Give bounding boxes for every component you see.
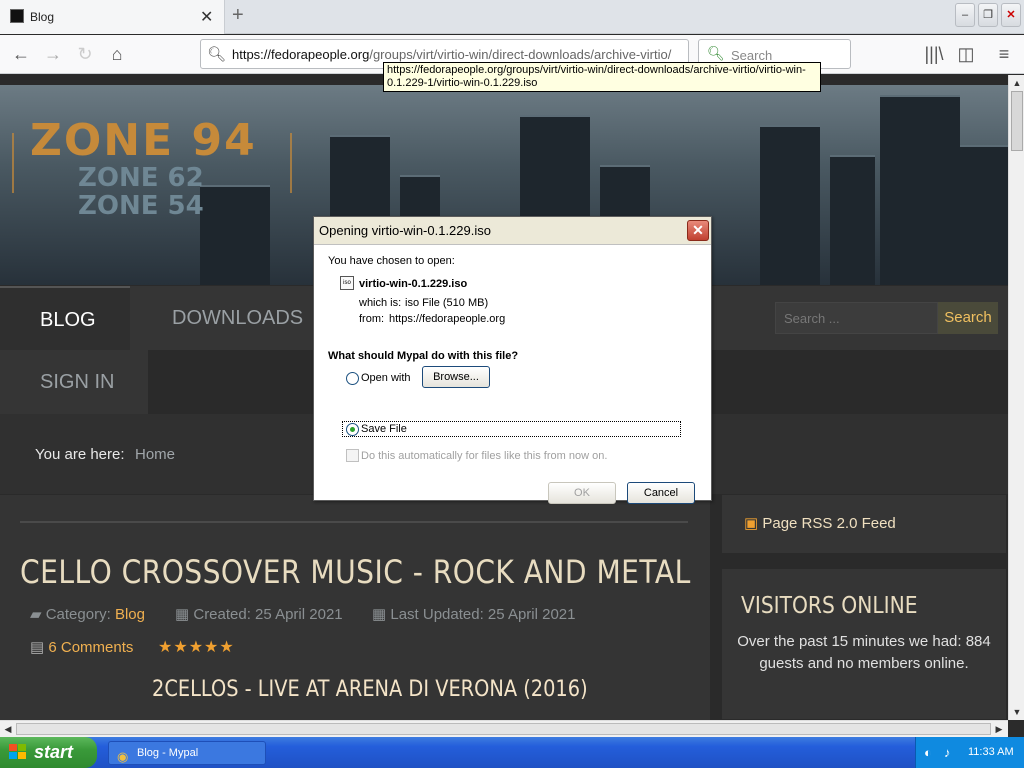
file-name: virtio-win-0.1.229.iso (359, 278, 468, 290)
building-shape (760, 125, 820, 285)
which-is-label: which is: (359, 297, 402, 309)
reload-icon[interactable]: ↻ (74, 43, 96, 65)
article: CELLO CROSSOVER MUSIC - ROCK AND METAL ▰… (0, 495, 710, 720)
vertical-scroll-thumb[interactable] (1011, 91, 1023, 151)
rss-link[interactable]: ▣ Page RSS 2.0 Feed (744, 514, 896, 532)
tab-title: Blog (30, 10, 55, 24)
menu-icon[interactable]: ≡ (993, 43, 1015, 65)
open-with-radio[interactable] (346, 372, 359, 385)
close-window-button[interactable]: ✕ (1001, 3, 1021, 27)
start-label: start (34, 742, 74, 762)
taskbar-item-mypal[interactable]: ◉ Blog - Mypal (108, 741, 266, 765)
search-engine-icon: 🔍︎ (707, 45, 725, 61)
building-shape (960, 145, 1008, 285)
scroll-up-icon[interactable]: ▲ (1010, 78, 1024, 88)
url-search-icon: 🔍︎ (207, 46, 227, 63)
taskbar-item-label: Blog - Mypal (137, 747, 199, 759)
article-updated: ▦ Last Updated: 25 April 2021 (372, 606, 576, 623)
link-tooltip: https://fedorapeople.org/groups/virt/vir… (383, 62, 821, 92)
divider (20, 521, 688, 523)
volume-icon[interactable]: ♪ (944, 745, 951, 760)
mypal-icon: ◉ (117, 749, 129, 764)
horizontal-scroll-thumb[interactable] (16, 723, 991, 735)
visitors-title: VISITORS ONLINE (741, 593, 918, 619)
building-shape (200, 185, 270, 285)
sidebar-icon[interactable]: ◫ (955, 43, 977, 65)
url-text: https://fedorapeople.org/groups/virt/vir… (232, 47, 672, 62)
site-logo-sub: ZONE 62 (78, 163, 204, 193)
visitors-box: VISITORS ONLINE Over the past 15 minutes… (722, 569, 1006, 719)
from-value: https://fedorapeople.org (389, 313, 506, 325)
dialog-body: You have chosen to open: iso virtio-win-… (314, 244, 711, 504)
browse-button[interactable]: Browse... (422, 366, 490, 388)
site-search-button[interactable]: Search (938, 302, 998, 334)
article-created: ▦ Created: 25 April 2021 (175, 606, 343, 623)
open-with-label[interactable]: Open with (361, 372, 411, 384)
home-icon[interactable]: ⌂ (106, 43, 128, 65)
ok-button[interactable]: OK (548, 482, 616, 504)
article-title[interactable]: CELLO CROSSOVER MUSIC - ROCK AND METAL (20, 553, 691, 591)
site-search-input[interactable]: Search ... (775, 302, 938, 334)
from-label: from: (359, 313, 385, 325)
maximize-button[interactable]: ❐ (978, 3, 998, 27)
rating-stars[interactable]: ★★★★★ (158, 637, 235, 657)
dialog-title: Opening virtio-win-0.1.229.iso (319, 223, 491, 238)
tab-blog[interactable]: Blog ✕ (0, 0, 225, 34)
visitors-text: Over the past 15 minutes we had: 884 gue… (737, 633, 991, 672)
tab-close-icon[interactable]: ✕ (200, 7, 213, 27)
windows-logo-icon (9, 744, 26, 759)
clock[interactable]: 11:33 AM (968, 746, 1014, 758)
cancel-button[interactable]: Cancel (627, 482, 695, 504)
site-logo-sub: ZONE 54 (78, 191, 204, 221)
comment-icon: ▤ (30, 639, 45, 656)
menu-item-blog[interactable]: BLOG (0, 286, 130, 350)
save-file-radio[interactable] (346, 423, 359, 436)
calendar-icon: ▦ (175, 606, 190, 623)
comments-link[interactable]: ▤ 6 Comments (30, 638, 133, 656)
network-icon[interactable]: ◐ (924, 745, 932, 760)
tab-bar: Blog ✕ + – ❐ ✕ (0, 0, 1024, 34)
forward-icon[interactable]: → (42, 43, 64, 65)
library-icon[interactable]: |||\ (923, 43, 945, 65)
dialog-close-button[interactable]: ✕ (687, 220, 709, 241)
category-link[interactable]: Blog (115, 606, 145, 623)
article-category: ▰ Category: Blog (30, 606, 145, 623)
question-label: What should Mypal do with this file? (328, 350, 519, 362)
save-file-label[interactable]: Save File (361, 423, 407, 435)
system-tray: ◐ ♪ 11:33 AM (915, 737, 1024, 768)
breadcrumb-label: You are here: (35, 446, 125, 463)
scroll-down-icon[interactable]: ▼ (1010, 707, 1024, 717)
calendar-icon: ▦ (372, 606, 387, 623)
menu-item-signin[interactable]: SIGN IN (0, 350, 148, 414)
search-placeholder: Search (731, 48, 773, 63)
download-dialog: Opening virtio-win-0.1.229.iso ✕ You hav… (313, 216, 712, 504)
menu-item-downloads[interactable]: DOWNLOADS (132, 286, 312, 350)
site-favicon-icon (10, 9, 24, 23)
start-button[interactable]: start (0, 737, 97, 768)
article-subtitle: 2CELLOS - LIVE AT ARENA DI VERONA (2016) (152, 677, 588, 702)
chosen-label: You have chosen to open: (328, 255, 455, 267)
auto-checkbox[interactable] (346, 449, 359, 462)
back-icon[interactable]: ← (10, 43, 32, 65)
scroll-right-icon[interactable]: ▶ (992, 724, 1006, 735)
auto-label: Do this automatically for files like thi… (361, 450, 608, 462)
breadcrumb-home-link[interactable]: Home (135, 446, 175, 463)
minimize-button[interactable]: – (955, 3, 975, 27)
scroll-left-icon[interactable]: ◀ (1, 724, 15, 735)
rss-box: ▣ Page RSS 2.0 Feed (722, 495, 1006, 553)
vertical-scrollbar[interactable]: ▲ ▼ (1008, 75, 1024, 720)
building-shape (880, 95, 960, 285)
rss-icon: ▣ (744, 515, 759, 532)
taskbar: start ◉ Blog - Mypal ◐ ♪ 11:33 AM (0, 737, 1024, 768)
folder-icon: ▰ (30, 606, 42, 623)
main-menu-row2: SIGN IN (0, 350, 148, 414)
building-shape (830, 155, 875, 285)
new-tab-icon[interactable]: + (232, 4, 244, 27)
iso-file-icon: iso (340, 276, 354, 290)
horizontal-scrollbar[interactable]: ◀ ▶ (0, 720, 1008, 737)
file-type: iso File (510 MB) (405, 297, 489, 309)
site-logo[interactable]: ZONE 94 (30, 115, 257, 166)
